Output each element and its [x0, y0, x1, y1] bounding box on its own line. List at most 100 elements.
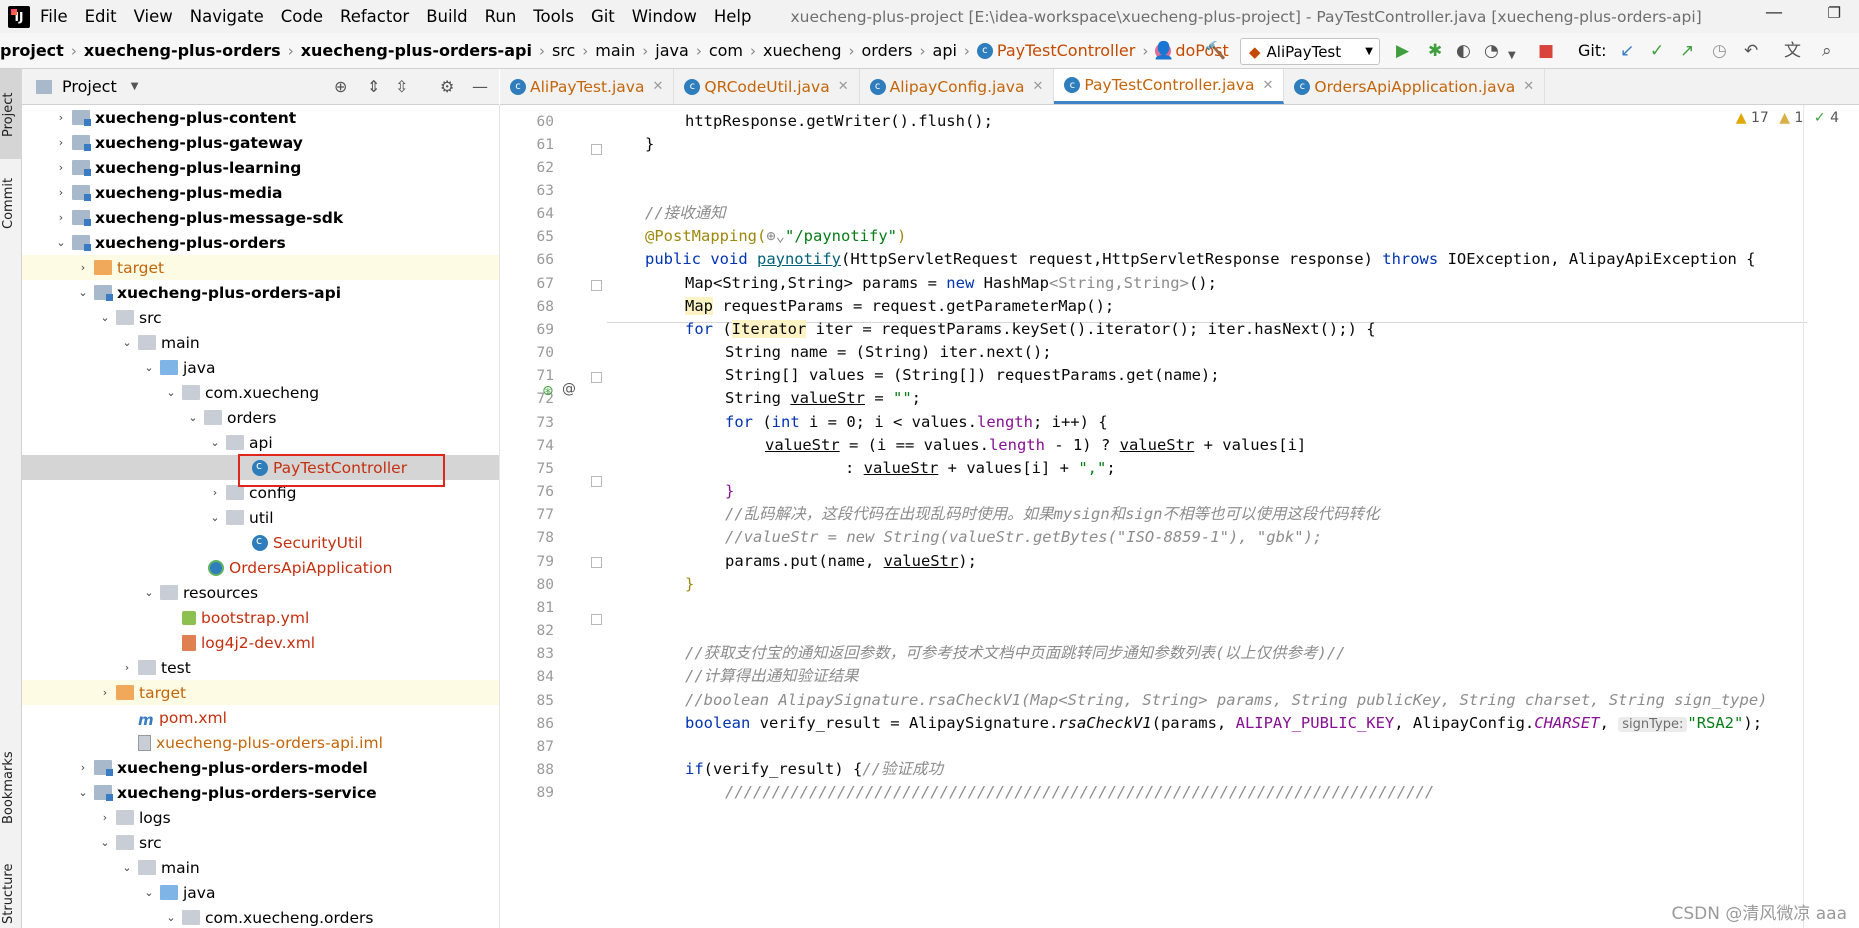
close-icon[interactable]: ✕ [1032, 79, 1043, 94]
git-update-icon[interactable]: ↙ [1620, 41, 1634, 61]
chevron-down-icon[interactable]: ⌄ [164, 911, 178, 924]
menu-build[interactable]: Build [426, 7, 467, 26]
tree-item-file[interactable]: bootstrap.yml [22, 605, 499, 630]
chevron-right-icon[interactable]: › [76, 261, 90, 274]
tree-item-folder[interactable]: ⌄ main [22, 330, 499, 355]
rollback-icon[interactable]: ↶ [1744, 41, 1758, 61]
breadcrumb-item[interactable]: xuecheng [763, 41, 842, 60]
project-panel-title[interactable]: Project [62, 77, 117, 96]
menu-run[interactable]: Run [485, 7, 517, 26]
chevron-down-icon[interactable]: ⌄ [98, 311, 112, 324]
locate-icon[interactable]: ⊕ [334, 77, 347, 96]
tree-item-class[interactable]: SecurityUtil [22, 530, 499, 555]
breadcrumb-class[interactable]: PayTestController [997, 41, 1135, 60]
breadcrumb-item[interactable]: src [552, 41, 575, 60]
project-tool-label[interactable]: Project [1, 93, 16, 137]
tree-item-module[interactable]: ⌄ xuecheng-plus-orders [22, 230, 499, 255]
git-push-icon[interactable]: ↗ [1680, 41, 1694, 61]
structure-tool-label[interactable]: Structure [1, 864, 16, 924]
tree-item-module[interactable]: › xuecheng-plus-media [22, 180, 499, 205]
tree-item-folder[interactable]: ⌄ resources [22, 580, 499, 605]
tree-item-folder[interactable]: › test [22, 655, 499, 680]
tab-paytestcontroller[interactable]: c PayTestController.java ✕ [1054, 69, 1285, 104]
stop-icon[interactable]: ■ [1538, 41, 1554, 61]
chevron-right-icon[interactable]: › [120, 661, 134, 674]
menu-git[interactable]: Git [591, 7, 615, 26]
menu-code[interactable]: Code [281, 7, 323, 26]
chevron-down-icon[interactable]: ⌄ [54, 236, 68, 249]
tree-item-package[interactable]: ⌄ com.xuecheng.orders [22, 905, 499, 928]
tree-item-module[interactable]: › xuecheng-plus-orders-model [22, 755, 499, 780]
chevron-down-icon[interactable]: ▼ [131, 81, 139, 92]
menu-help[interactable]: Help [714, 7, 752, 26]
history-icon[interactable]: ◷ [1712, 41, 1727, 61]
close-icon[interactable]: ✕ [838, 79, 849, 94]
chevron-right-icon[interactable]: › [76, 761, 90, 774]
close-icon[interactable]: ✕ [652, 79, 663, 94]
run-icon[interactable]: ▶ [1396, 41, 1409, 61]
chevron-right-icon[interactable]: › [54, 186, 68, 199]
chevron-down-icon[interactable]: ⌄ [142, 361, 156, 374]
user-icon[interactable]: 👤 [1153, 41, 1174, 61]
chevron-down-icon[interactable]: ⌄ [142, 586, 156, 599]
tree-item-class[interactable]: OrdersApiApplication [22, 555, 499, 580]
tree-item-module[interactable]: ⌄ xuecheng-plus-orders-api [22, 280, 499, 305]
tab-ordersapiapplication[interactable]: c OrdersApiApplication.java ✕ [1284, 69, 1546, 104]
menu-file[interactable]: File [40, 7, 68, 26]
chevron-down-icon[interactable]: ▼ [1508, 46, 1516, 66]
tree-item-file[interactable]: xuecheng-plus-orders-api.iml [22, 730, 499, 755]
tree-item-folder[interactable]: ⌄ src [22, 830, 499, 855]
spring-mapping-icon[interactable]: ⊛ [542, 383, 554, 399]
menu-edit[interactable]: Edit [85, 7, 117, 26]
menu-tools[interactable]: Tools [533, 7, 574, 26]
profile-icon[interactable]: ◔ [1484, 41, 1499, 61]
chevron-down-icon[interactable]: ⌄ [120, 861, 134, 874]
close-icon[interactable]: ✕ [1262, 78, 1273, 93]
fold-icon[interactable] [591, 144, 602, 155]
tree-item-folder[interactable]: ⌄ java [22, 880, 499, 905]
tab-qrcodeutil[interactable]: c QRCodeUtil.java ✕ [674, 69, 860, 104]
close-icon[interactable]: ✕ [1523, 79, 1534, 94]
breadcrumb-item[interactable]: xuecheng-plus-orders [84, 41, 281, 60]
chevron-down-icon[interactable]: ⌄ [208, 436, 222, 449]
fold-icon[interactable] [591, 614, 602, 625]
maximize-icon[interactable]: ❐ [1828, 4, 1841, 22]
hide-panel-icon[interactable]: — [472, 77, 488, 96]
run-config-select[interactable]: ◆ AliPayTest ▼ [1240, 38, 1380, 65]
chevron-down-icon[interactable]: ⌄ [186, 411, 200, 424]
chevron-down-icon[interactable]: ⌄ [208, 511, 222, 524]
build-hammer-icon[interactable]: 🔨 [1205, 41, 1226, 61]
tree-item-folder[interactable]: › logs [22, 805, 499, 830]
tree-item-folder[interactable]: › target [22, 255, 499, 280]
chevron-right-icon[interactable]: › [208, 486, 222, 499]
tree-item-module[interactable]: › xuecheng-plus-content [22, 105, 499, 130]
chevron-down-icon[interactable]: ⌄ [120, 336, 134, 349]
tab-alipaytest[interactable]: c AliPayTest.java ✕ [500, 69, 675, 104]
expand-all-icon[interactable]: ⇕ [367, 77, 380, 96]
chevron-right-icon[interactable]: › [98, 811, 112, 824]
menu-navigate[interactable]: Navigate [190, 7, 264, 26]
tree-item-file[interactable]: m pom.xml [22, 705, 499, 730]
tree-item-package[interactable]: ⌄ orders [22, 405, 499, 430]
breadcrumb-item[interactable]: orders [862, 41, 913, 60]
tree-item-folder[interactable]: ⌄ main [22, 855, 499, 880]
tree-item-module[interactable]: ⌄ xuecheng-plus-orders-service [22, 780, 499, 805]
debug-icon[interactable]: ✱ [1428, 41, 1442, 61]
menu-window[interactable]: Window [632, 7, 697, 26]
tree-item-folder[interactable]: ⌄ src [22, 305, 499, 330]
chevron-down-icon[interactable]: ⌄ [76, 786, 90, 799]
tree-item-module[interactable]: › xuecheng-plus-gateway [22, 130, 499, 155]
menu-view[interactable]: View [134, 7, 173, 26]
tree-item-module[interactable]: › xuecheng-plus-learning [22, 155, 499, 180]
tree-item-folder[interactable]: ⌄ java [22, 355, 499, 380]
tree-item-folder[interactable]: › target [22, 680, 499, 705]
fold-icon[interactable] [591, 476, 602, 487]
tree-item-file[interactable]: log4j2-dev.xml [22, 630, 499, 655]
chevron-right-icon[interactable]: › [54, 211, 68, 224]
gear-icon[interactable]: ⚙ [440, 77, 454, 96]
collapse-all-icon[interactable]: ⇳ [395, 77, 408, 96]
code-editor[interactable]: httpResponse.getWriter().flush(); } //接收… [607, 105, 1859, 928]
breadcrumb-item[interactable]: project [0, 41, 64, 60]
search-icon[interactable]: ⌕ [1822, 41, 1832, 61]
breadcrumb-item[interactable]: main [595, 41, 635, 60]
